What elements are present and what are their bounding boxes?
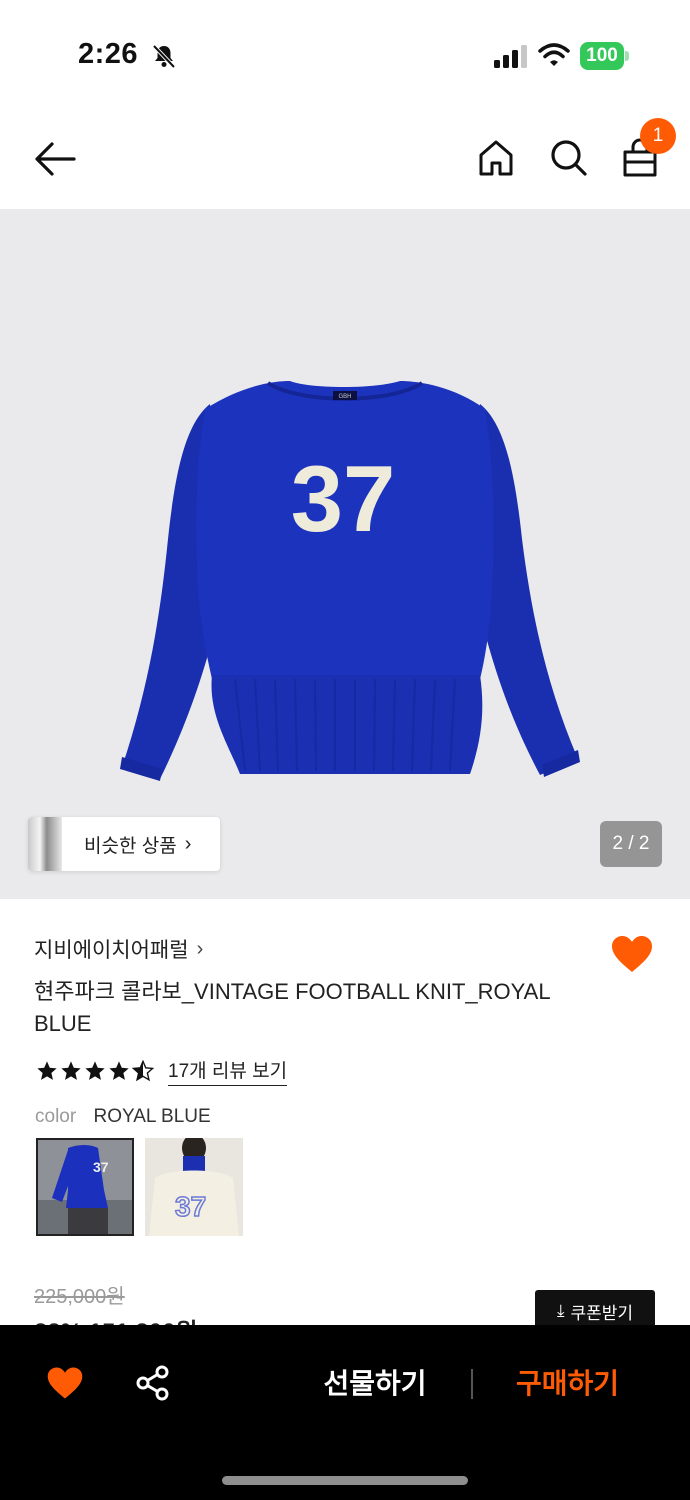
battery-indicator: 100: [580, 42, 630, 70]
similar-products-label: 비슷한 상품: [84, 835, 177, 857]
neck-label: GBH: [338, 394, 351, 400]
star-icon: [37, 1061, 57, 1080]
original-price: 225,000원: [34, 1286, 125, 1308]
product-photo: GBH 37: [120, 381, 580, 781]
brand-link[interactable]: 지비에이치어패럴 ›: [34, 934, 203, 964]
image-pager: 2 / 2: [600, 821, 662, 867]
star-icon: [85, 1061, 105, 1080]
wishlist-heart-icon[interactable]: [610, 934, 654, 974]
home-indicator[interactable]: [222, 1476, 468, 1485]
search-icon[interactable]: [548, 137, 588, 177]
back-arrow-icon[interactable]: [30, 138, 78, 180]
color-swatch-ivory[interactable]: 37: [145, 1138, 243, 1236]
battery-level: 100: [586, 45, 618, 66]
swatch-number: 37: [93, 1159, 109, 1175]
download-icon: ⤓: [556, 1301, 565, 1320]
chevron-right-icon: ›: [196, 937, 204, 960]
bell-muted-icon: [152, 44, 176, 69]
wifi-icon: [538, 43, 570, 66]
product-image-gallery[interactable]: GBH 37 비슷한 상품 › 2 / 2: [0, 209, 690, 899]
color-option-row: color ROYAL BLUE: [35, 1106, 211, 1128]
share-icon[interactable]: [135, 1365, 171, 1401]
cellular-signal-icon: [494, 45, 527, 68]
swatch-photo: 37: [145, 1138, 243, 1236]
brand-name: 지비에이치어패럴: [34, 939, 189, 962]
status-bar: 2:26 100: [0, 0, 690, 110]
swatch-photo: 37: [38, 1140, 132, 1234]
coupon-label: 쿠폰받기: [570, 1303, 634, 1323]
top-nav: 1: [0, 110, 690, 208]
bottom-action-bar: 선물하기 구매하기: [0, 1325, 690, 1500]
gift-button[interactable]: 선물하기: [300, 1359, 450, 1409]
status-time: 2:26: [78, 38, 139, 70]
similar-product-thumbnail: [28, 817, 62, 871]
wishlist-heart-icon[interactable]: [46, 1365, 84, 1401]
jersey-number: 37: [291, 446, 396, 551]
half-star-icon: [132, 1060, 154, 1082]
star-rating: [36, 1060, 156, 1082]
color-value: ROYAL BLUE: [93, 1106, 211, 1127]
home-icon[interactable]: [476, 138, 516, 178]
chevron-right-icon: ›: [184, 832, 192, 855]
swatch-number: 37: [175, 1191, 206, 1222]
cart-count-badge: 1: [640, 118, 676, 154]
divider: [471, 1369, 473, 1399]
star-icon: [61, 1061, 81, 1080]
review-link[interactable]: 17개 리뷰 보기: [168, 1056, 288, 1086]
similar-products-button[interactable]: 비슷한 상품 ›: [28, 817, 220, 871]
product-title: 현주파크 콜라보_VINTAGE FOOTBALL KNIT_ROYAL BLU…: [34, 979, 550, 1036]
star-icon: [109, 1061, 129, 1080]
color-key: color: [35, 1106, 77, 1127]
buy-button[interactable]: 구매하기: [495, 1359, 640, 1409]
rating-row: 17개 리뷰 보기: [36, 1056, 288, 1086]
color-swatch-royal-blue[interactable]: 37: [36, 1138, 134, 1236]
